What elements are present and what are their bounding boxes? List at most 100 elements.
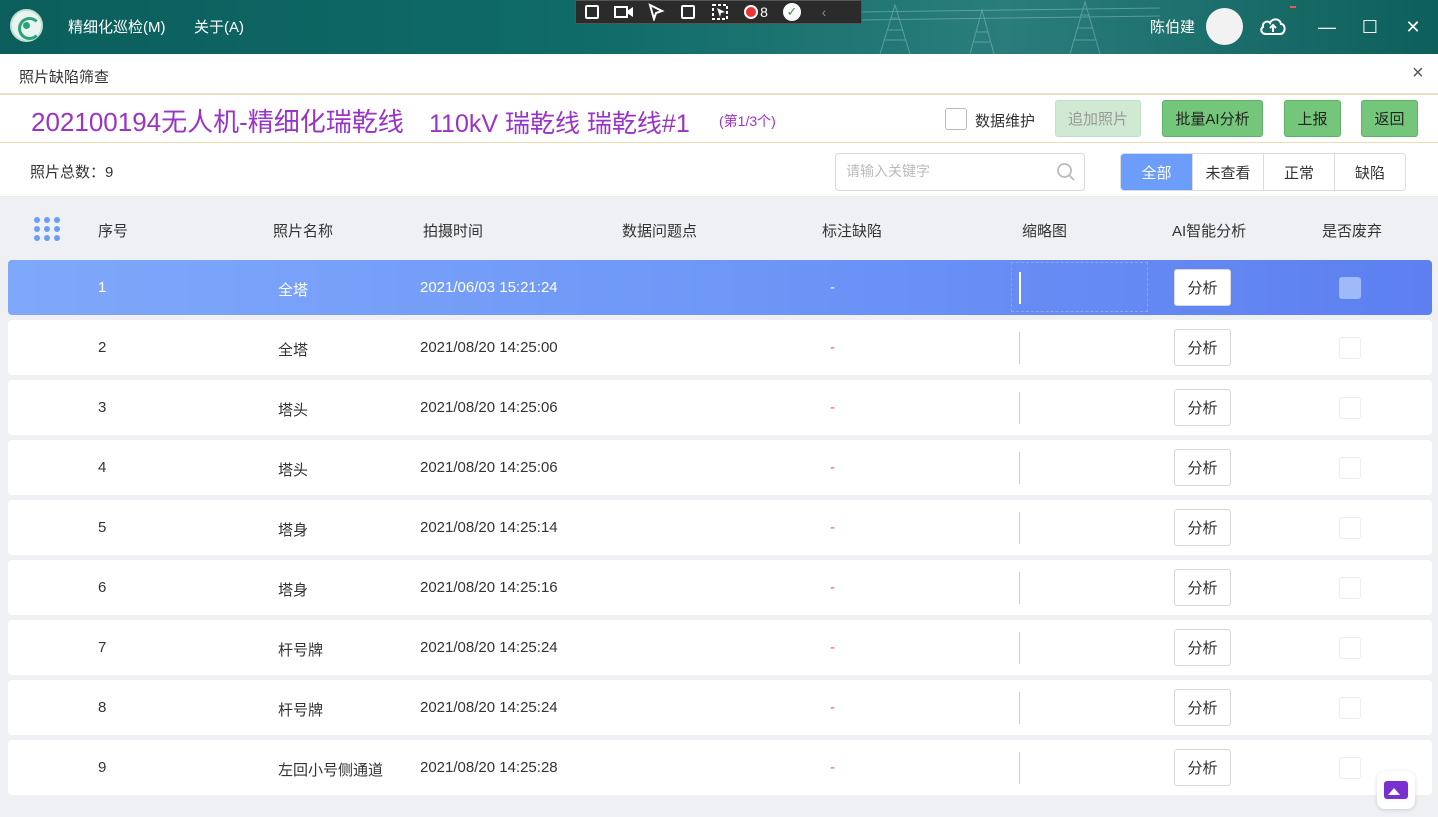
table-row[interactable]: 3 塔头 2021/08/20 14:25:06 - 分析: [8, 380, 1432, 435]
batch-ai-analysis-button[interactable]: 批量AI分析: [1162, 100, 1263, 137]
confirm-check-icon[interactable]: ✓: [776, 1, 808, 23]
row-thumbnail[interactable]: [1019, 392, 1020, 424]
discard-checkbox[interactable]: [1339, 697, 1361, 719]
analyze-button[interactable]: 分析: [1174, 689, 1231, 726]
window-capture-icon[interactable]: [704, 1, 736, 23]
row-thumbnail[interactable]: [1019, 632, 1020, 664]
row-photo-name: 全塔: [278, 282, 309, 299]
table-row[interactable]: 8 杆号牌 2021/08/20 14:25:24 - 分析: [8, 680, 1432, 735]
search-box[interactable]: [835, 153, 1085, 191]
screenshot-settings-icon[interactable]: [576, 1, 608, 23]
row-marked-defect: -: [830, 339, 835, 356]
select-cursor-icon[interactable]: [640, 1, 672, 23]
minimize-button[interactable]: —: [1312, 12, 1342, 42]
discard-checkbox[interactable]: [1339, 637, 1361, 659]
close-window-button[interactable]: ✕: [1398, 12, 1428, 42]
discard-checkbox[interactable]: [1339, 337, 1361, 359]
row-thumbnail[interactable]: [1019, 452, 1020, 484]
data-maintain-checkbox[interactable]: [945, 108, 967, 130]
task-info-bar: 202100194无人机-精细化瑞乾线 110kV 瑞乾线 瑞乾线#1 (第1/…: [0, 94, 1438, 143]
table-row[interactable]: 1 全塔 2021/06/03 15:21:24 - 分析: [8, 260, 1432, 315]
record-icon[interactable]: 8: [736, 1, 776, 23]
row-shot-time: 2021/08/20 14:25:14: [420, 519, 558, 536]
discard-checkbox[interactable]: [1339, 757, 1361, 779]
video-camera-icon[interactable]: [608, 1, 640, 23]
table-row[interactable]: 9 左回小号侧通道 2021/08/20 14:25:28 - 分析: [8, 740, 1432, 795]
table-row[interactable]: 4 塔头 2021/08/20 14:25:06 - 分析: [8, 440, 1432, 495]
analyze-button[interactable]: 分析: [1174, 749, 1231, 786]
column-settings-icon[interactable]: [34, 217, 60, 241]
status-filter-tabs: 全部 未查看 正常 缺陷: [1120, 153, 1406, 191]
analyze-button[interactable]: 分析: [1174, 329, 1231, 366]
app-logo-icon: [10, 9, 43, 42]
analyze-button[interactable]: 分析: [1174, 389, 1231, 426]
region-capture-icon[interactable]: [672, 1, 704, 23]
capture-toolbar: 8 ✓ ‹: [575, 0, 862, 24]
header-thumbnail: 缩略图: [1022, 223, 1068, 240]
row-photo-name: 塔头: [278, 462, 309, 479]
header-discard: 是否废弃: [1322, 223, 1383, 240]
line-tower-title: 110kV 瑞乾线 瑞乾线#1: [429, 110, 690, 138]
row-photo-name: 杆号牌: [278, 642, 324, 659]
photo-total: 照片总数：9: [30, 164, 114, 181]
row-shot-time: 2021/08/20 14:25:00: [420, 339, 558, 356]
row-thumbnail[interactable]: [1019, 272, 1021, 304]
search-input[interactable]: [846, 163, 1046, 179]
table-row[interactable]: 6 塔身 2021/08/20 14:25:16 - 分析: [8, 560, 1432, 615]
cloud-upload-icon[interactable]: [1258, 14, 1288, 38]
menu-about[interactable]: 关于(A): [194, 16, 244, 37]
title-bar: 精细化巡检(M) 关于(A) 8 ✓ ‹ 陈伯建 — ☐ ✕: [0, 0, 1438, 54]
table-header: 序号 照片名称 拍摄时间 数据问题点 标注缺陷 缩略图 AI智能分析 是否废弃: [0, 197, 1438, 259]
analyze-button[interactable]: 分析: [1174, 569, 1231, 606]
row-no: 9: [98, 759, 107, 776]
username: 陈伯建: [1150, 19, 1196, 36]
menu-inspection[interactable]: 精细化巡检(M): [68, 16, 166, 37]
collapse-chevron-icon[interactable]: ‹: [808, 1, 840, 23]
analyze-button[interactable]: 分析: [1174, 269, 1231, 306]
discard-checkbox[interactable]: [1339, 277, 1361, 299]
discard-checkbox[interactable]: [1339, 517, 1361, 539]
row-shot-time: 2021/08/20 14:25:24: [420, 639, 558, 656]
discard-checkbox[interactable]: [1339, 457, 1361, 479]
tab-defect[interactable]: 缺陷: [1334, 154, 1405, 190]
row-thumbnail[interactable]: [1019, 332, 1020, 364]
analyze-button[interactable]: 分析: [1174, 449, 1231, 486]
search-icon[interactable]: [1056, 162, 1076, 182]
row-thumbnail[interactable]: [1019, 512, 1020, 544]
tab-all[interactable]: 全部: [1121, 154, 1192, 190]
add-photo-button[interactable]: 追加照片: [1055, 100, 1141, 137]
row-thumbnail[interactable]: [1019, 572, 1020, 604]
row-marked-defect: -: [830, 759, 835, 776]
report-button[interactable]: 上报: [1284, 100, 1341, 137]
table-row[interactable]: 2 全塔 2021/08/20 14:25:00 - 分析: [8, 320, 1432, 375]
discard-checkbox[interactable]: [1339, 397, 1361, 419]
table-row[interactable]: 5 塔身 2021/08/20 14:25:14 - 分析: [8, 500, 1432, 555]
close-panel-icon[interactable]: ×: [1412, 62, 1424, 85]
discard-checkbox[interactable]: [1339, 577, 1361, 599]
analyze-button[interactable]: 分析: [1174, 629, 1231, 666]
row-marked-defect: -: [830, 579, 835, 596]
back-button[interactable]: 返回: [1361, 100, 1418, 137]
row-marked-defect: -: [830, 279, 835, 296]
header-ai-analysis: AI智能分析: [1172, 223, 1247, 240]
row-photo-name: 塔身: [278, 522, 309, 539]
header-marked-defect: 标注缺陷: [822, 223, 883, 240]
header-no: 序号: [98, 223, 129, 240]
avatar[interactable]: [1206, 8, 1243, 45]
image-icon: [1384, 781, 1408, 799]
row-shot-time: 2021/08/20 14:25:28: [420, 759, 558, 776]
header-shot-time: 拍摄时间: [423, 223, 484, 240]
row-thumbnail[interactable]: [1019, 692, 1020, 724]
data-maintain-label: 数据维护: [975, 113, 1036, 130]
image-viewer-button[interactable]: [1377, 771, 1415, 809]
table-row[interactable]: 7 杆号牌 2021/08/20 14:25:24 - 分析: [8, 620, 1432, 675]
row-marked-defect: -: [830, 639, 835, 656]
row-marked-defect: -: [830, 459, 835, 476]
analyze-button[interactable]: 分析: [1174, 509, 1231, 546]
row-thumbnail[interactable]: [1019, 752, 1020, 784]
power-tower-background: [860, 0, 1160, 54]
tab-normal[interactable]: 正常: [1263, 154, 1334, 190]
tab-unviewed[interactable]: 未查看: [1192, 154, 1263, 190]
row-no: 8: [98, 699, 107, 716]
maximize-button[interactable]: ☐: [1355, 12, 1385, 42]
